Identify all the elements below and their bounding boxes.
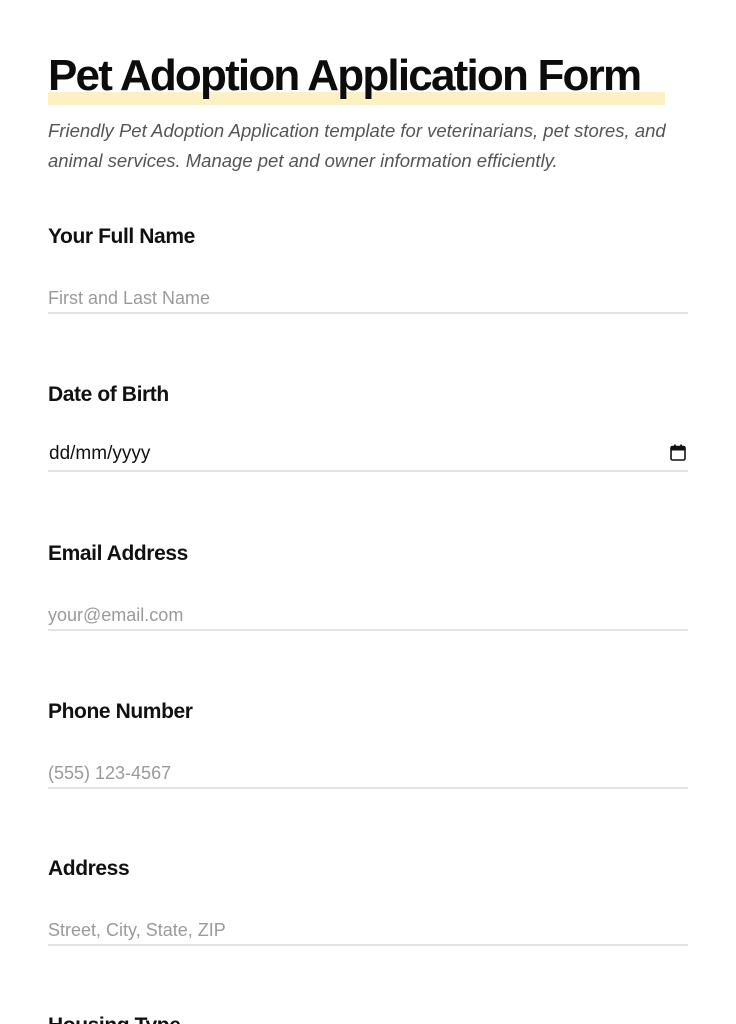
full-name-field: Your Full Name [48,224,688,314]
housing-type-label: Housing Type [48,1013,688,1024]
form-title: Pet Adoption Application Form [48,51,642,100]
email-input[interactable] [48,601,688,631]
email-field: Email Address [48,541,688,631]
phone-label: Phone Number [48,700,193,723]
date-of-birth-input[interactable]: dd/mm/yyyy [48,442,688,472]
date-of-birth-format: dd/mm/yyyy [49,443,151,464]
calendar-icon[interactable] [670,444,686,461]
full-name-input[interactable] [48,284,688,314]
date-of-birth-field: Date of Birth dd/mm/yyyy [48,382,688,472]
address-input[interactable] [48,916,688,946]
date-of-birth-label: Date of Birth [48,383,169,406]
full-name-label: Your Full Name [48,225,195,248]
email-label: Email Address [48,542,188,565]
address-field: Address [48,856,688,946]
form-description: Friendly Pet Adoption Application templa… [48,120,666,171]
phone-field: Phone Number [48,699,688,789]
housing-type-field: Housing Type [48,1013,688,1024]
address-label: Address [48,857,130,880]
phone-input[interactable] [48,759,688,789]
form-title-wrap: Pet Adoption Application Form [48,50,665,105]
